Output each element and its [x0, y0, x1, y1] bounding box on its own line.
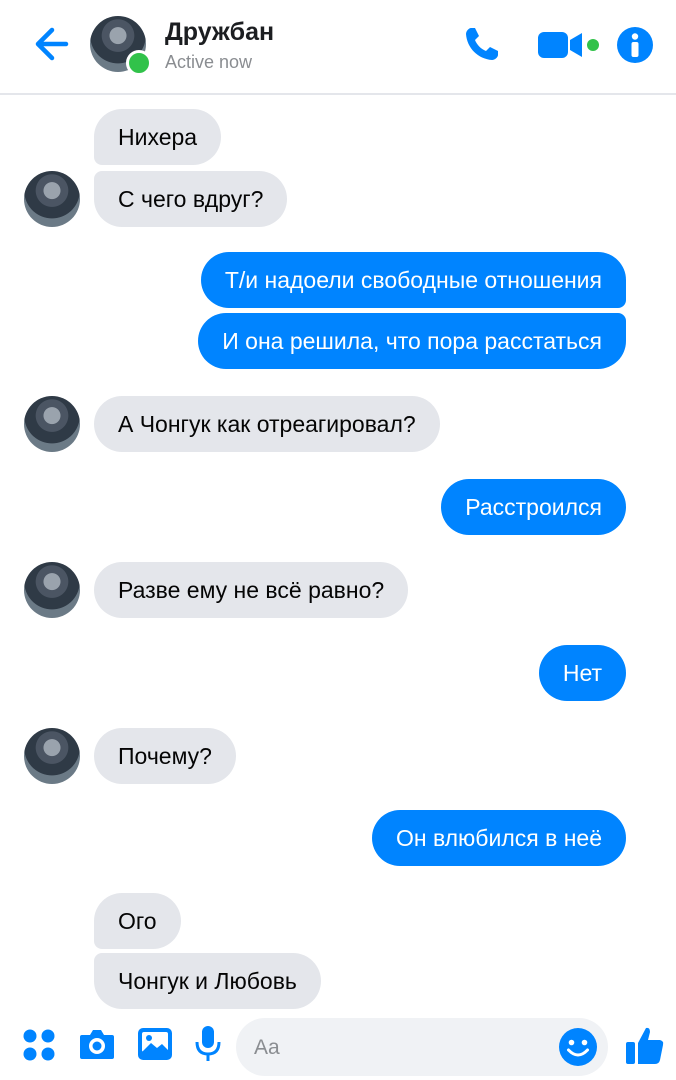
message-bubble-incoming[interactable]: А Чонгук как отреагировал? [94, 396, 440, 452]
thumbs-up-icon[interactable] [624, 1024, 666, 1066]
info-icon[interactable] [616, 26, 654, 64]
microphone-icon[interactable] [194, 1024, 222, 1064]
back-arrow-icon[interactable] [28, 24, 72, 64]
gallery-icon[interactable] [136, 1026, 174, 1062]
sender-avatar [24, 562, 80, 618]
sender-avatar [24, 396, 80, 452]
message-bubble-outgoing[interactable]: Нет [538, 645, 626, 701]
message-list[interactable]: Нихера С чего вдруг? Т/и надоели свободн… [0, 95, 676, 1010]
emoji-icon[interactable] [558, 1027, 598, 1067]
message-bubble-incoming[interactable]: Разве ему не всё равно? [94, 562, 409, 618]
message-bubble-outgoing[interactable]: Он влюбился в неё [371, 810, 626, 866]
chat-header: Дружбан Active now [0, 0, 676, 95]
phone-icon[interactable] [462, 24, 502, 64]
message-composer [0, 1010, 676, 1080]
camera-icon[interactable] [78, 1026, 116, 1062]
message-bubble-incoming[interactable]: Почему? [94, 728, 236, 784]
contact-avatar[interactable] [90, 16, 152, 76]
message-bubble-incoming[interactable]: Нихера [94, 109, 222, 165]
message-bubble-outgoing[interactable]: И она решила, что пора расстаться [198, 313, 626, 369]
message-input-wrapper [236, 1018, 608, 1078]
message-bubble-incoming[interactable]: С чего вдруг? [94, 171, 288, 227]
message-bubble-incoming[interactable]: Ого [94, 893, 181, 949]
sender-avatar [24, 171, 80, 227]
message-bubble-incoming[interactable]: Чонгук и Любовь [94, 953, 321, 1009]
message-bubble-outgoing[interactable]: Расстроился [441, 479, 626, 535]
active-status: Active now [165, 52, 253, 72]
apps-icon[interactable] [22, 1028, 56, 1062]
online-indicator [126, 50, 152, 76]
contact-name[interactable]: Дружбан [165, 18, 274, 47]
message-bubble-outgoing[interactable]: Т/и надоели свободные отношения [200, 252, 626, 308]
video-camera-icon[interactable] [536, 28, 600, 62]
message-input[interactable] [252, 1018, 556, 1078]
sender-avatar [24, 728, 80, 784]
